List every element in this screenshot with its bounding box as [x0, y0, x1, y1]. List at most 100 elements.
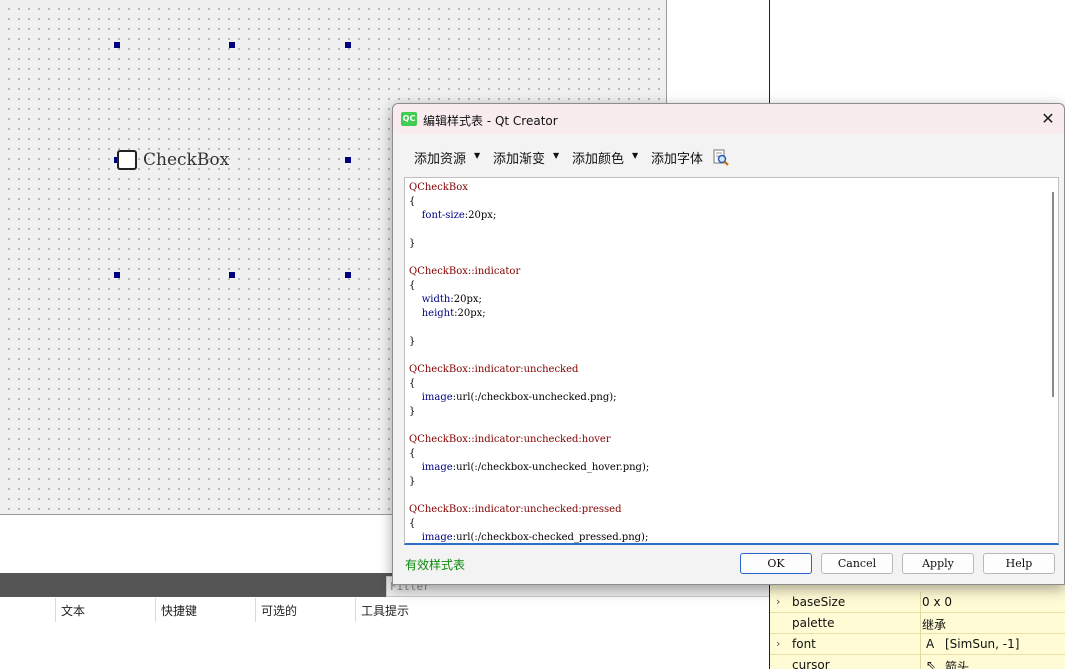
code-line[interactable]: image:url(:/checkbox-checked_pressed.png…: [409, 531, 649, 543]
apply-button[interactable]: Apply: [902, 553, 974, 574]
dialog-titlebar[interactable]: QC 编辑样式表 - Qt Creator ✕: [393, 104, 1064, 134]
property-row-basesize[interactable]: › baseSize 0 x 0: [770, 592, 1065, 613]
code-line[interactable]: image:url(:/checkbox-unchecked_hover.png…: [409, 461, 650, 475]
property-value[interactable]: [SimSun, -1]: [945, 637, 1019, 651]
css-value: 20px;: [453, 294, 482, 305]
css-value: 20px;: [468, 210, 497, 221]
qt-designer-window: CheckBox Filter 文本 快捷键 可选的 工具提示 › baseSi…: [0, 0, 1065, 669]
css-property: image: [421, 532, 453, 543]
resize-handle[interactable]: [345, 272, 351, 278]
column-divider: [920, 592, 921, 613]
property-name: palette: [792, 616, 835, 630]
resize-handle[interactable]: [345, 42, 351, 48]
column-header-tooltip[interactable]: 工具提示: [355, 598, 555, 622]
code-text: }: [409, 476, 416, 487]
resize-handle[interactable]: [345, 157, 351, 163]
css-selector: QCheckBox: [409, 182, 468, 193]
close-icon[interactable]: ✕: [1036, 107, 1060, 131]
checkbox-indicator[interactable]: [117, 150, 137, 170]
add-gradient-dropdown-icon[interactable]: ▼: [553, 151, 559, 160]
font-icon: A: [926, 637, 935, 651]
property-name: font: [792, 637, 816, 651]
dialog-title: 编辑样式表 - Qt Creator: [423, 114, 558, 128]
resize-handle[interactable]: [229, 272, 235, 278]
code-line[interactable]: {: [409, 517, 649, 531]
code-line[interactable]: [409, 489, 649, 503]
ok-button[interactable]: OK: [740, 553, 812, 574]
css-value: url(:/checkbox-unchecked.png);: [456, 392, 617, 403]
stylesheet-code[interactable]: QCheckBox{ font-size:20px;} QCheckBox::in…: [409, 181, 650, 543]
code-text: {: [409, 448, 416, 459]
code-line[interactable]: {: [409, 279, 649, 293]
code-text: {: [409, 378, 416, 389]
code-text: {: [409, 518, 416, 529]
code-line[interactable]: {: [409, 377, 649, 391]
column-header-checkable[interactable]: 可选的: [255, 598, 355, 622]
cursor-arrow-icon: ⇖: [926, 658, 937, 669]
css-property: image: [421, 462, 453, 473]
code-line[interactable]: {: [409, 195, 649, 209]
column-header-text[interactable]: 文本: [55, 598, 155, 622]
property-row-font[interactable]: › font A [SimSun, -1]: [770, 634, 1065, 655]
edit-stylesheet-dialog: QC 编辑样式表 - Qt Creator ✕ 添加资源 ▼ 添加渐变 ▼ 添加…: [392, 103, 1065, 585]
css-property: height: [421, 308, 455, 319]
add-color-dropdown-icon[interactable]: ▼: [632, 151, 638, 160]
code-line[interactable]: [409, 223, 649, 237]
code-line[interactable]: height:20px;: [409, 307, 649, 321]
code-line[interactable]: [409, 419, 649, 433]
add-color-button[interactable]: 添加颜色: [572, 148, 624, 167]
expand-arrow-icon[interactable]: ›: [776, 637, 780, 650]
code-line[interactable]: [409, 251, 649, 265]
code-text: {: [409, 280, 416, 291]
add-resource-dropdown-icon[interactable]: ▼: [474, 151, 480, 160]
resize-handle[interactable]: [229, 42, 235, 48]
code-line[interactable]: }: [409, 335, 649, 349]
code-text: {: [409, 196, 416, 207]
action-editor-header: 文本 快捷键 可选的 工具提示: [0, 598, 769, 622]
code-line[interactable]: [409, 321, 649, 335]
column-divider: [920, 655, 921, 669]
code-line[interactable]: width:20px;: [409, 293, 649, 307]
column-divider: [920, 634, 921, 655]
property-value[interactable]: 箭头: [945, 658, 969, 669]
cancel-button[interactable]: Cancel: [821, 553, 893, 574]
code-line[interactable]: QCheckBox::indicator: [409, 265, 649, 279]
css-value: 20px;: [457, 308, 486, 319]
column-header-shortcut[interactable]: 快捷键: [155, 598, 255, 622]
property-row-cursor[interactable]: cursor ⇖ 箭头: [770, 655, 1065, 669]
code-line[interactable]: {: [409, 447, 649, 461]
css-selector: QCheckBox::indicator:unchecked:pressed: [409, 504, 622, 515]
add-gradient-button[interactable]: 添加渐变: [493, 148, 545, 167]
code-line[interactable]: QCheckBox::indicator:unchecked:pressed: [409, 503, 649, 517]
code-line[interactable]: image:url(:/checkbox-unchecked.png);: [409, 391, 649, 405]
css-value: url(:/checkbox-checked_pressed.png);: [456, 532, 649, 543]
css-value: url(:/checkbox-unchecked_hover.png);: [456, 462, 650, 473]
code-line[interactable]: [409, 349, 649, 363]
checkbox-label[interactable]: CheckBox: [143, 150, 229, 170]
property-row-palette[interactable]: palette 继承: [770, 613, 1065, 634]
code-line[interactable]: }: [409, 237, 649, 251]
css-selector: QCheckBox::indicator:unchecked: [409, 364, 579, 375]
property-name: baseSize: [792, 595, 846, 609]
add-resource-button[interactable]: 添加资源: [414, 148, 466, 167]
help-button[interactable]: Help: [983, 553, 1055, 574]
resize-handle[interactable]: [114, 42, 120, 48]
property-value[interactable]: 继承: [922, 616, 946, 633]
code-line[interactable]: }: [409, 475, 649, 489]
css-selector: QCheckBox::indicator: [409, 266, 521, 277]
expand-arrow-icon[interactable]: ›: [776, 595, 780, 608]
code-line[interactable]: QCheckBox::indicator:unchecked:hover: [409, 433, 649, 447]
css-property: image: [421, 392, 453, 403]
property-value[interactable]: 0 x 0: [922, 595, 952, 609]
vertical-scrollbar[interactable]: [1052, 192, 1054, 397]
find-icon[interactable]: [712, 149, 730, 167]
code-line[interactable]: font-size:20px;: [409, 209, 649, 223]
resize-handle[interactable]: [114, 272, 120, 278]
stylesheet-text-editor[interactable]: QCheckBox{ font-size:20px;} QCheckBox::in…: [404, 177, 1059, 545]
code-line[interactable]: }: [409, 405, 649, 419]
code-line[interactable]: QCheckBox: [409, 181, 649, 195]
code-line[interactable]: QCheckBox::indicator:unchecked: [409, 363, 649, 377]
qt-creator-icon: QC: [401, 112, 417, 126]
add-font-button[interactable]: 添加字体: [651, 148, 703, 167]
css-selector: QCheckBox::indicator:unchecked:hover: [409, 434, 611, 445]
